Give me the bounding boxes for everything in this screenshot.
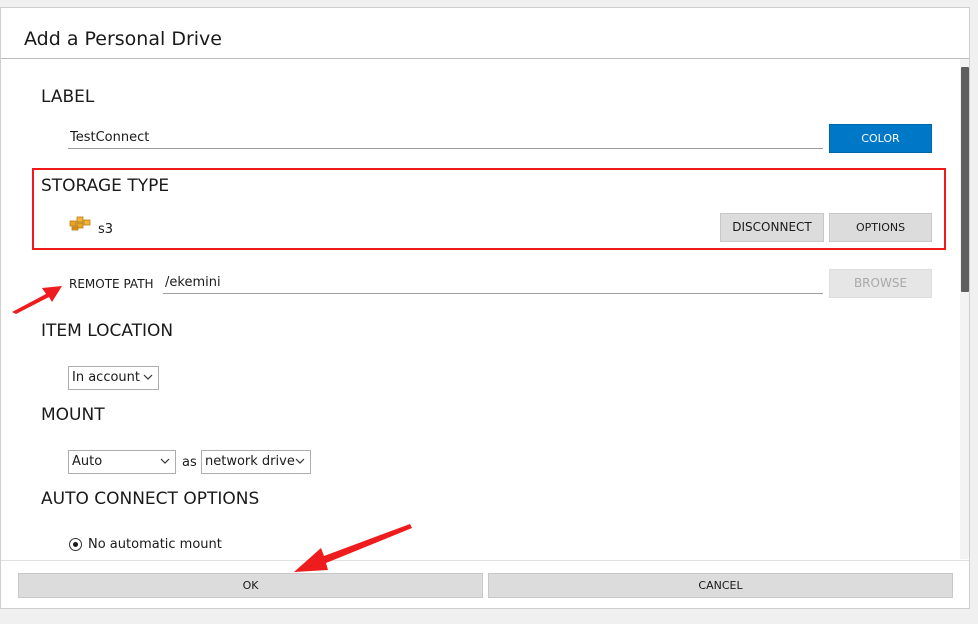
browse-button[interactable]: BROWSE bbox=[829, 269, 932, 298]
color-button[interactable]: COLOR bbox=[829, 124, 932, 153]
dialog-title-bar: Add a Personal Drive bbox=[1, 8, 969, 59]
dialog-content: LABEL COLOR STORAGE TYPE s3 DISCONNECT O… bbox=[1, 59, 959, 559]
dialog-footer: OK CANCEL bbox=[1, 560, 969, 608]
remote-path-input[interactable] bbox=[163, 272, 823, 294]
mount-mode-select[interactable]: Auto bbox=[68, 450, 176, 474]
mount-section-title: MOUNT bbox=[41, 405, 105, 425]
mount-type-select[interactable]: network drive bbox=[201, 450, 311, 474]
item-location-select[interactable]: In account bbox=[68, 366, 159, 390]
chevron-down-icon bbox=[143, 374, 153, 380]
item-location-section-title: ITEM LOCATION bbox=[41, 321, 174, 341]
no-automatic-mount-radio[interactable] bbox=[69, 538, 82, 551]
label-section-title: LABEL bbox=[41, 87, 95, 107]
mount-as-label: as bbox=[182, 455, 197, 470]
vertical-scrollbar[interactable] bbox=[960, 59, 969, 559]
ok-button[interactable]: OK bbox=[18, 573, 483, 598]
radio-selected-dot bbox=[73, 542, 78, 547]
chevron-down-icon bbox=[295, 458, 305, 464]
mount-mode-selected: Auto bbox=[72, 454, 103, 469]
scrollbar-thumb[interactable] bbox=[961, 67, 969, 292]
auto-connect-section-title: AUTO CONNECT OPTIONS bbox=[41, 489, 260, 509]
mount-type-selected: network drive bbox=[205, 454, 295, 469]
remote-path-label: REMOTE PATH bbox=[69, 277, 154, 291]
no-automatic-mount-label: No automatic mount bbox=[88, 537, 222, 552]
storage-type-highlight bbox=[32, 168, 946, 250]
add-personal-drive-dialog: Add a Personal Drive LABEL COLOR STORAGE… bbox=[0, 7, 970, 609]
dialog-title: Add a Personal Drive bbox=[24, 28, 222, 50]
label-input[interactable] bbox=[68, 127, 823, 149]
cancel-button[interactable]: CANCEL bbox=[488, 573, 953, 598]
item-location-selected: In account bbox=[72, 370, 140, 385]
chevron-down-icon bbox=[160, 458, 170, 464]
